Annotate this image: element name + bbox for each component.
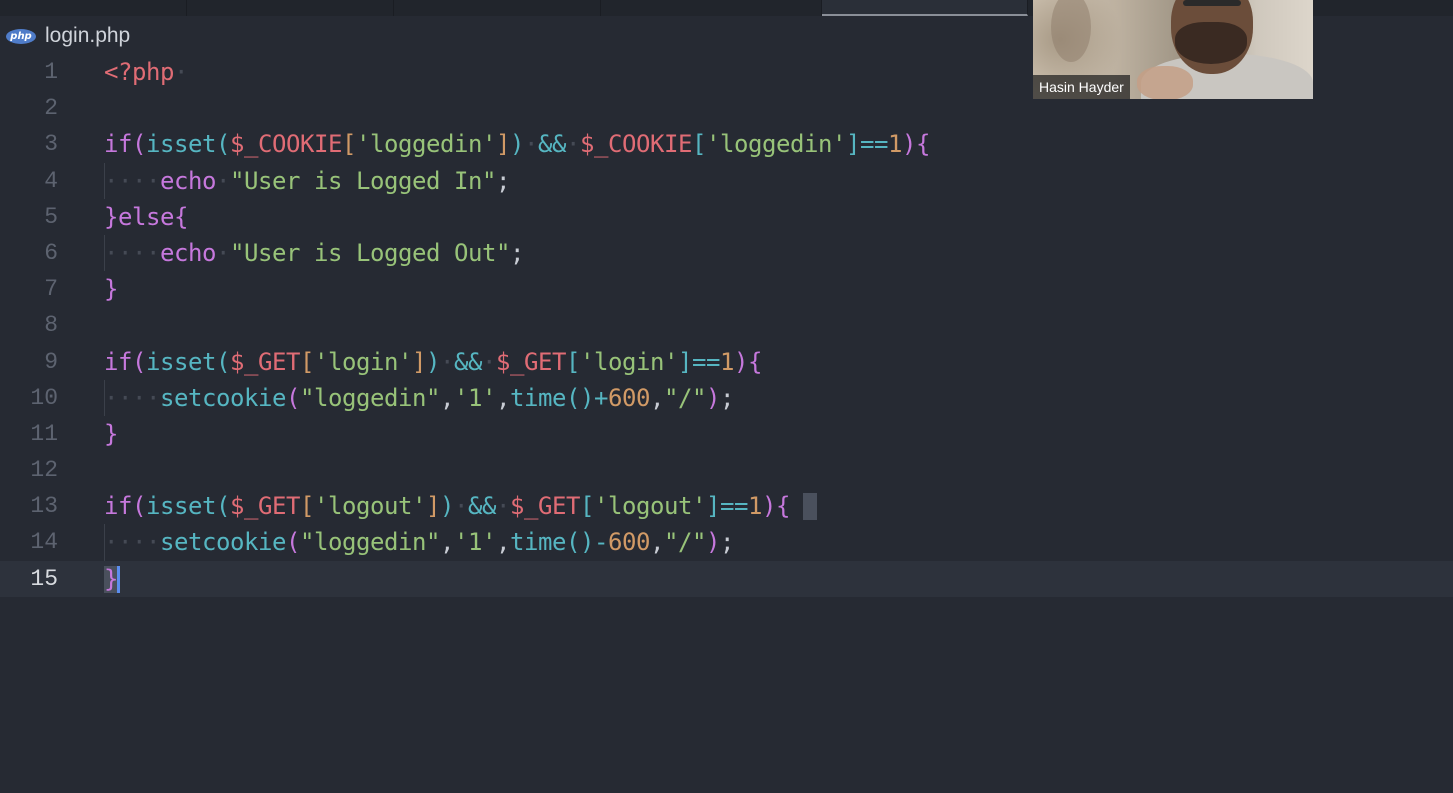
code-editor[interactable]: 1 <?php· 2 3 if(isset($_COOKIE['loggedin'])·…	[0, 54, 1453, 597]
code-text[interactable]: }else{	[104, 199, 188, 235]
matching-bracket-highlight	[803, 493, 817, 521]
code-line[interactable]: 8	[0, 307, 1453, 343]
line-number[interactable]: 2	[0, 90, 58, 126]
line-number[interactable]: 14	[0, 524, 58, 560]
editor-tab[interactable]	[393, 0, 601, 16]
code-line[interactable]: 3 if(isset($_COOKIE['loggedin'])·&&·$_COO…	[0, 126, 1453, 162]
code-text[interactable]: ····echo·"User is Logged Out";	[104, 235, 524, 271]
code-line[interactable]: 6 ····echo·"User is Logged Out";	[0, 234, 1453, 272]
code-line[interactable]: 11}	[0, 416, 1453, 452]
code-line[interactable]: 9 if(isset($_GET['login'])·&&·$_GET['logi…	[0, 344, 1453, 380]
code-line[interactable]: 15}	[0, 560, 1453, 597]
php-file-icon: php	[6, 28, 36, 44]
code-line[interactable]: 4 ····echo·"User is Logged In";	[0, 162, 1453, 199]
code-text[interactable]: ····echo·"User is Logged In";	[104, 163, 510, 199]
breadcrumb-filename[interactable]: login.php	[45, 24, 130, 48]
code-line[interactable]: 5 }else{	[0, 199, 1453, 235]
line-number[interactable]: 1	[0, 54, 58, 90]
code-text[interactable]: ····setcookie("loggedin",'1',time()+600,…	[104, 380, 734, 416]
breadcrumb[interactable]: php login.php	[6, 22, 130, 50]
code-line[interactable]: 7}	[0, 271, 1453, 307]
line-number[interactable]: 9	[0, 344, 58, 380]
participant-video[interactable]: Hasin Hayder	[1033, 0, 1313, 99]
line-number[interactable]: 7	[0, 271, 58, 307]
editor-tab[interactable]	[186, 0, 394, 16]
code-text[interactable]: }	[104, 416, 118, 452]
code-text[interactable]: ····setcookie("loggedin",'1',time()-600,…	[104, 524, 734, 560]
code-text[interactable]: }	[104, 561, 118, 597]
line-number[interactable]: 3	[0, 126, 58, 162]
code-line[interactable]: 14 ····setcookie("loggedin",'1',time()-60…	[0, 524, 1453, 561]
participant-name-label: Hasin Hayder	[1033, 75, 1130, 99]
code-text[interactable]: if(isset($_GET['logout'])·&&·$_GET['logo…	[104, 488, 790, 524]
line-number[interactable]: 13	[0, 488, 58, 524]
code-line[interactable]: 12	[0, 452, 1453, 488]
video-person-beard	[1175, 22, 1247, 64]
code-line[interactable]: 10 ····setcookie("loggedin",'1',time()+60…	[0, 379, 1453, 416]
editor-tab[interactable]	[0, 0, 187, 16]
text-cursor	[117, 565, 120, 593]
code-text[interactable]: }	[104, 271, 118, 307]
editor-tab-active[interactable]	[822, 0, 1028, 16]
video-person-glasses	[1183, 0, 1241, 6]
video-person-hand	[1137, 66, 1193, 99]
code-text[interactable]: <?php·	[104, 54, 188, 90]
code-line[interactable]: 13 if(isset($_GET['logout'])·&&·$_GET['lo…	[0, 488, 1453, 524]
line-number[interactable]: 4	[0, 163, 58, 199]
line-number[interactable]: 6	[0, 235, 58, 271]
line-number[interactable]: 10	[0, 380, 58, 416]
editor-window: php login.php 1 <?php· 2 3 if(isset($_COOKIE…	[0, 0, 1453, 793]
code-text[interactable]: if(isset($_COOKIE['loggedin'])·&&·$_COOK…	[104, 126, 930, 162]
line-number[interactable]: 12	[0, 452, 58, 488]
line-number[interactable]: 8	[0, 307, 58, 343]
line-number[interactable]: 5	[0, 199, 58, 235]
code-text[interactable]: if(isset($_GET['login'])·&&·$_GET['login…	[104, 344, 762, 380]
editor-tab[interactable]	[600, 0, 822, 16]
line-number[interactable]: 11	[0, 416, 58, 452]
line-number[interactable]: 15	[0, 561, 58, 597]
